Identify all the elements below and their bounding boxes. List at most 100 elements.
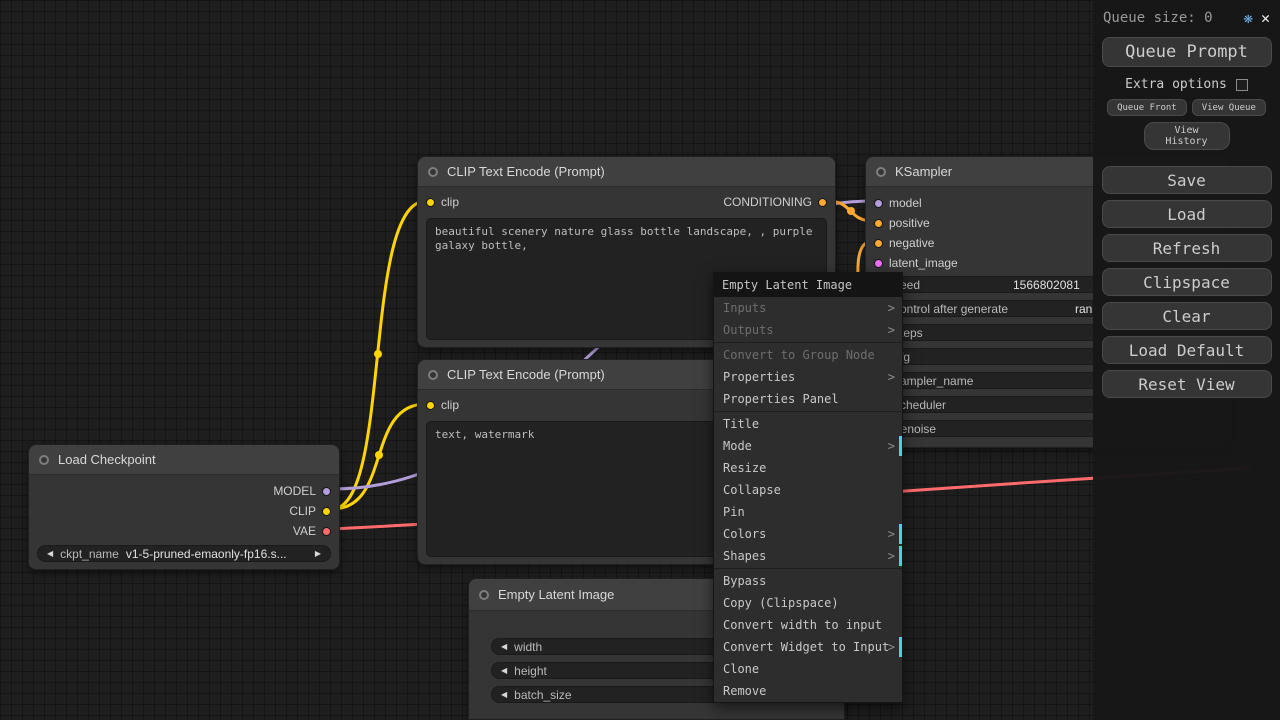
menu-item-colors[interactable]: Colors: [714, 523, 902, 545]
comfy-menu-panel: Queue size: 0 ❋ ✕ Queue Prompt Extra opt…: [1093, 0, 1280, 720]
collapse-toggle-icon[interactable]: [479, 590, 489, 600]
menu-item-label: Properties: [723, 370, 795, 384]
view-queue-button[interactable]: View Queue: [1192, 99, 1266, 116]
menu-item-properties[interactable]: Properties: [714, 366, 902, 388]
submenu-marker: [899, 546, 902, 566]
menu-item-label: Colors: [723, 527, 766, 541]
node-header[interactable]: Load Checkpoint: [29, 445, 339, 475]
menu-item-inputs[interactable]: Inputs: [714, 297, 902, 319]
slot-dot-clip-input[interactable]: [426, 198, 435, 207]
load-default-button[interactable]: Load Default: [1102, 336, 1272, 364]
wire-midpoint-dot[interactable]: [375, 451, 383, 459]
submenu-marker: [899, 637, 902, 657]
menu-item-shapes[interactable]: Shapes: [714, 545, 902, 567]
node-title: CLIP Text Encode (Prompt): [447, 164, 605, 179]
reset-view-button[interactable]: Reset View: [1102, 370, 1272, 398]
input-label: clip: [441, 195, 459, 209]
menu-item-label: Mode: [723, 439, 752, 453]
widget-value: 1566802081: [1013, 278, 1080, 292]
widget-label: ckpt_name: [60, 547, 119, 561]
input-label: positive: [889, 216, 930, 230]
slot-dot-positive-input[interactable]: [874, 219, 883, 228]
menu-item-convert-to-group-node[interactable]: Convert to Group Node: [714, 344, 902, 366]
menu-item-label: Convert width to input: [723, 618, 882, 632]
widget-label: control after generate: [894, 302, 1008, 316]
menu-item-resize[interactable]: Resize: [714, 457, 902, 479]
clipspace-button[interactable]: Clipspace: [1102, 268, 1272, 296]
slot-dot-vae-output[interactable]: [322, 527, 331, 536]
node-title: Load Checkpoint: [58, 452, 156, 467]
prompt-text: beautiful scenery nature glass bottle la…: [435, 225, 813, 252]
menu-item-properties-panel[interactable]: Properties Panel: [714, 388, 902, 410]
menu-item-label: Pin: [723, 505, 745, 519]
output-row-vae: VAE: [29, 521, 339, 541]
output-row-clip: CLIP: [29, 501, 339, 521]
input-label: negative: [889, 236, 934, 250]
input-label: latent_image: [889, 256, 958, 270]
queue-front-button[interactable]: Queue Front: [1107, 99, 1187, 116]
widget-value: v1-5-pruned-emaonly-fp16.s...: [126, 547, 287, 561]
slot-dot-clip-output[interactable]: [322, 507, 331, 516]
node-header[interactable]: CLIP Text Encode (Prompt): [418, 157, 835, 187]
output-label: VAE: [293, 524, 316, 538]
collapse-toggle-icon[interactable]: [39, 455, 49, 465]
menu-item-mode[interactable]: Mode: [714, 435, 902, 457]
queue-prompt-button[interactable]: Queue Prompt: [1102, 37, 1272, 67]
clear-button[interactable]: Clear: [1102, 302, 1272, 330]
output-label: CLIP: [289, 504, 316, 518]
save-button[interactable]: Save: [1102, 166, 1272, 194]
menu-item-label: Inputs: [723, 301, 766, 315]
menu-item-label: Resize: [723, 461, 766, 475]
decrement-arrow-icon[interactable]: ◀: [501, 666, 507, 675]
context-menu: Empty Latent Image Inputs Outputs Conver…: [713, 272, 903, 703]
load-button[interactable]: Load: [1102, 200, 1272, 228]
menu-item-outputs[interactable]: Outputs: [714, 319, 902, 341]
decrement-arrow-icon[interactable]: ◀: [47, 549, 53, 558]
node-title: KSampler: [895, 164, 952, 179]
menu-item-convert-widget-to-input[interactable]: Convert Widget to Input: [714, 636, 902, 658]
menu-item-convert-width-to-input[interactable]: Convert width to input: [714, 614, 902, 636]
input-label: clip: [441, 398, 459, 412]
submenu-marker: [899, 524, 902, 544]
decrement-arrow-icon[interactable]: ◀: [501, 642, 507, 651]
extra-options-label: Extra options: [1125, 77, 1227, 92]
menu-item-collapse[interactable]: Collapse: [714, 479, 902, 501]
slot-dot-clip-input[interactable]: [426, 401, 435, 410]
menu-item-label: Clone: [723, 662, 759, 676]
increment-arrow-icon[interactable]: ▶: [315, 549, 321, 558]
decrement-arrow-icon[interactable]: ◀: [501, 690, 507, 699]
output-label: CONDITIONING: [723, 195, 812, 209]
slot-dot-model-input[interactable]: [874, 199, 883, 208]
menu-item-remove[interactable]: Remove: [714, 680, 902, 702]
widget-value: ran: [1075, 302, 1092, 316]
menu-item-pin[interactable]: Pin: [714, 501, 902, 523]
slot-dot-negative-input[interactable]: [874, 239, 883, 248]
slot-dot-conditioning-output[interactable]: [818, 198, 827, 207]
settings-icon[interactable]: ❋: [1243, 8, 1253, 27]
node-load-checkpoint[interactable]: Load Checkpoint MODEL CLIP VAE ◀ ckpt_na…: [28, 444, 340, 570]
refresh-button[interactable]: Refresh: [1102, 234, 1272, 262]
slot-dot-model-output[interactable]: [322, 487, 331, 496]
widget-label: height: [514, 664, 547, 678]
menu-separator: [714, 568, 902, 569]
collapse-toggle-icon[interactable]: [428, 167, 438, 177]
slot-dot-latent-input[interactable]: [874, 259, 883, 268]
menu-item-label: Collapse: [723, 483, 781, 497]
menu-separator: [714, 342, 902, 343]
output-label: MODEL: [273, 484, 316, 498]
extra-options-checkbox[interactable]: [1236, 79, 1248, 91]
queue-size-label: Queue size: 0: [1103, 10, 1213, 26]
collapse-toggle-icon[interactable]: [876, 167, 886, 177]
wire-midpoint-dot[interactable]: [374, 350, 382, 358]
close-icon[interactable]: ✕: [1261, 9, 1270, 27]
menu-item-clone[interactable]: Clone: [714, 658, 902, 680]
ckpt-name-widget[interactable]: ◀ ckpt_name v1-5-pruned-emaonly-fp16.s..…: [37, 545, 331, 562]
menu-item-copy-clipspace[interactable]: Copy (Clipspace): [714, 592, 902, 614]
wire-midpoint-dot[interactable]: [847, 207, 855, 215]
menu-item-bypass[interactable]: Bypass: [714, 570, 902, 592]
output-row-model: MODEL: [29, 481, 339, 501]
view-history-button[interactable]: View History: [1144, 122, 1230, 150]
collapse-toggle-icon[interactable]: [428, 370, 438, 380]
node-title: Empty Latent Image: [498, 587, 614, 602]
menu-item-title[interactable]: Title: [714, 413, 902, 435]
